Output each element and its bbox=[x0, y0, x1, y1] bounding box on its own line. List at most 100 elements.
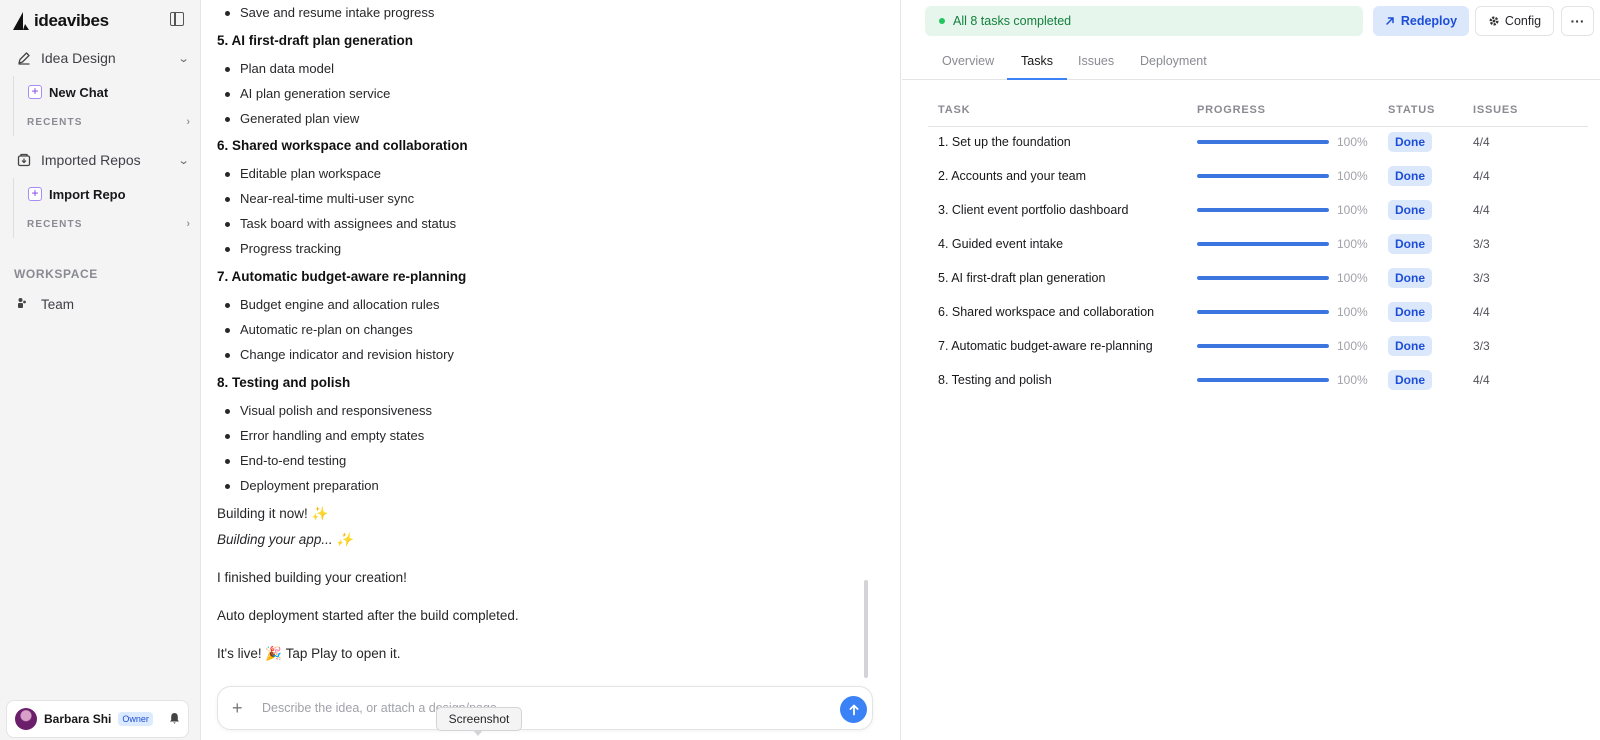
plan-section-heading: 6. Shared workspace and collaboration bbox=[217, 138, 468, 153]
plus-icon: + bbox=[28, 85, 42, 99]
progress-bar bbox=[1197, 344, 1329, 348]
progress-bar bbox=[1197, 242, 1329, 246]
status-badge: Done bbox=[1388, 132, 1432, 152]
user-card[interactable]: Barbara Shi Owner bbox=[6, 700, 189, 738]
bell-icon[interactable] bbox=[169, 712, 180, 727]
panel-tabs: Overview Tasks Issues Deployment bbox=[902, 44, 1600, 80]
sidebar-item-team[interactable]: Team bbox=[17, 297, 74, 312]
tab-deployment[interactable]: Deployment bbox=[1140, 54, 1207, 68]
list-item-text: AI plan generation service bbox=[240, 86, 391, 101]
team-label: Team bbox=[41, 297, 75, 312]
progress-bar-fill bbox=[1197, 310, 1329, 314]
progress-percent: 100% bbox=[1337, 373, 1368, 387]
tab-issues[interactable]: Issues bbox=[1078, 54, 1114, 68]
plan-list-item: Progress tracking bbox=[225, 241, 341, 256]
task-name[interactable]: 3. Client event portfolio dashboard bbox=[938, 203, 1128, 217]
progress-bar-fill bbox=[1197, 344, 1329, 348]
list-item-text: Change indicator and revision history bbox=[240, 347, 454, 362]
workspace-heading: WORKSPACE bbox=[14, 267, 98, 281]
plan-list-item: Near-real-time multi-user sync bbox=[225, 191, 414, 206]
more-icon: ··· bbox=[1570, 13, 1585, 29]
list-item-text: Budget engine and allocation rules bbox=[240, 297, 440, 312]
tab-tasks[interactable]: Tasks bbox=[1021, 54, 1053, 68]
recents-toggle[interactable]: RECENTS › bbox=[27, 115, 190, 129]
tab-overview[interactable]: Overview bbox=[942, 54, 994, 68]
list-item-text: Plan data model bbox=[240, 61, 334, 76]
status-badge: Done bbox=[1388, 234, 1432, 254]
list-item-text: Near-real-time multi-user sync bbox=[240, 191, 415, 206]
header-divider bbox=[928, 126, 1588, 127]
list-item-text: Save and resume intake progress bbox=[240, 5, 435, 20]
brand-name: ideavibes bbox=[34, 11, 109, 30]
plan-section-heading: 8. Testing and polish bbox=[217, 375, 351, 390]
progress-bar-fill bbox=[1197, 208, 1329, 212]
task-name[interactable]: 5. AI first-draft plan generation bbox=[938, 271, 1105, 285]
assistant-message: Building your app... ✨ bbox=[217, 532, 354, 547]
progress-percent: 100% bbox=[1337, 305, 1368, 319]
chat-scrollbar[interactable] bbox=[864, 580, 868, 678]
logo-icon bbox=[13, 12, 29, 30]
attach-plus-icon[interactable]: + bbox=[232, 698, 243, 718]
task-name[interactable]: 4. Guided event intake bbox=[938, 237, 1063, 251]
plan-list-item: Generated plan view bbox=[225, 111, 359, 126]
brand-logo[interactable]: ideavibes bbox=[12, 10, 109, 32]
plan-section-heading: 7. Automatic budget-aware re-planning bbox=[217, 269, 467, 284]
assistant-message: Building it now! ✨ bbox=[217, 506, 329, 521]
task-name[interactable]: 8. Testing and polish bbox=[938, 373, 1052, 387]
tree-line bbox=[13, 76, 14, 136]
task-name[interactable]: 2. Accounts and your team bbox=[938, 169, 1086, 183]
composer[interactable]: + Describe the idea, or attach a design/… bbox=[217, 686, 873, 730]
progress-bar-fill bbox=[1197, 242, 1329, 246]
issues-count: 4/4 bbox=[1473, 305, 1490, 319]
redeploy-button[interactable]: Redeploy bbox=[1373, 6, 1469, 36]
arrow-up-icon bbox=[849, 704, 858, 715]
plan-list-item: AI plan generation service bbox=[225, 86, 390, 101]
section-label: Imported Repos bbox=[41, 152, 141, 168]
role-badge: Owner bbox=[118, 712, 153, 726]
progress-percent: 100% bbox=[1337, 135, 1368, 149]
list-item-text: Error handling and empty states bbox=[240, 428, 425, 443]
section-imported-repos[interactable]: Imported Repos ⌄ bbox=[16, 150, 189, 170]
column-header-progress: PROGRESS bbox=[1197, 104, 1266, 116]
issues-count: 4/4 bbox=[1473, 203, 1490, 217]
import-repo-button[interactable]: + Import Repo bbox=[28, 184, 126, 204]
plan-list-item: Task board with assignees and status bbox=[225, 216, 456, 231]
redeploy-label: Redeploy bbox=[1400, 14, 1458, 28]
issues-count: 3/3 bbox=[1473, 237, 1490, 251]
chevron-down-icon[interactable]: ⌄ bbox=[177, 52, 189, 65]
new-chat-button[interactable]: + New Chat bbox=[28, 82, 108, 102]
plan-list-item: Error handling and empty states bbox=[225, 428, 424, 443]
send-button[interactable] bbox=[840, 696, 867, 723]
list-item-text: Task board with assignees and status bbox=[240, 216, 457, 231]
progress-bar-fill bbox=[1197, 140, 1329, 144]
task-name[interactable]: 6. Shared workspace and collaboration bbox=[938, 305, 1154, 319]
status-badge: Done bbox=[1388, 302, 1432, 322]
task-name[interactable]: 1. Set up the foundation bbox=[938, 135, 1071, 149]
list-item-text: Deployment preparation bbox=[240, 478, 379, 493]
chat-panel: Save and resume intake progress 5. AI fir… bbox=[201, 0, 901, 740]
sidebar-toggle-icon[interactable] bbox=[170, 12, 184, 26]
progress-bar-fill bbox=[1197, 378, 1329, 382]
sidebar: ideavibes Idea Design ⌄ + New Chat RECEN… bbox=[0, 0, 201, 740]
more-options-button[interactable]: ··· bbox=[1561, 6, 1594, 36]
section-idea-design[interactable]: Idea Design ⌄ bbox=[16, 48, 189, 68]
recents-toggle[interactable]: RECENTS › bbox=[27, 217, 190, 231]
config-button[interactable]: Config bbox=[1475, 6, 1554, 36]
issues-count: 4/4 bbox=[1473, 135, 1490, 149]
status-badge: Done bbox=[1388, 268, 1432, 288]
active-tab-indicator bbox=[1007, 78, 1067, 80]
tree-line bbox=[13, 178, 14, 238]
chevron-right-icon: › bbox=[186, 116, 190, 128]
plan-list-item: Editable plan workspace bbox=[225, 166, 381, 181]
issues-count: 3/3 bbox=[1473, 271, 1490, 285]
team-icon bbox=[17, 297, 27, 312]
plan-list-item: Budget engine and allocation rules bbox=[225, 297, 439, 312]
plan-list-item: Deployment preparation bbox=[225, 478, 379, 493]
task-name[interactable]: 7. Automatic budget-aware re-planning bbox=[938, 339, 1153, 353]
list-item-text: End-to-end testing bbox=[240, 453, 347, 468]
assistant-message: Auto deployment started after the build … bbox=[217, 608, 519, 623]
repo-icon bbox=[16, 152, 32, 168]
issues-count: 3/3 bbox=[1473, 339, 1490, 353]
chevron-down-icon[interactable]: ⌄ bbox=[177, 154, 189, 167]
status-badge: Done bbox=[1388, 336, 1432, 356]
